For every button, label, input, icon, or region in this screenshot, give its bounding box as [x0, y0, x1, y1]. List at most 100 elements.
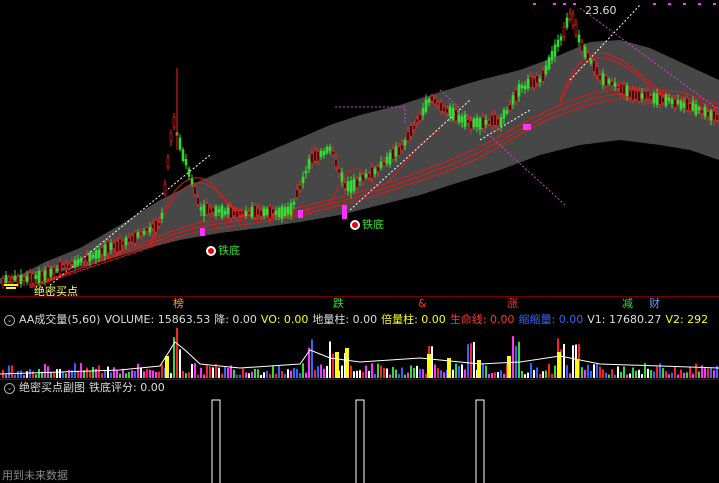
volume-bar	[524, 374, 526, 378]
volume-bar	[704, 368, 706, 378]
candle-body	[676, 100, 680, 104]
volume-bar	[431, 346, 433, 378]
volume-bar	[527, 372, 529, 378]
volume-bar	[650, 370, 652, 378]
volume-bar	[695, 363, 697, 378]
volume-bar	[233, 369, 235, 378]
volume-bar	[53, 372, 55, 378]
volume-chart[interactable]	[0, 328, 719, 378]
candle-body	[358, 177, 362, 182]
volume-bar	[554, 365, 556, 378]
volume-bar	[377, 363, 379, 378]
candle-body	[340, 172, 344, 182]
buy-point-subchart[interactable]	[0, 396, 719, 483]
candle-body	[400, 144, 404, 151]
volume-bar	[407, 372, 409, 378]
candle-body	[337, 168, 341, 174]
marker-tag-amp: &	[418, 297, 427, 310]
volume-bar	[380, 365, 382, 378]
volume-bar	[218, 367, 220, 378]
candle-body	[397, 146, 401, 156]
volume-bar	[356, 370, 358, 378]
candle-body	[235, 210, 239, 218]
candle-body	[241, 210, 245, 215]
candle-body	[424, 99, 428, 112]
candle-body	[316, 150, 320, 162]
candle-body	[16, 276, 20, 284]
candle-body	[277, 208, 281, 218]
candle-body	[508, 104, 512, 111]
candle-body	[19, 274, 23, 285]
volume-bar	[452, 369, 454, 378]
candle-body	[187, 168, 191, 177]
volume-bar	[683, 372, 685, 378]
candle-body	[661, 97, 665, 103]
main-price-chart[interactable]	[0, 0, 719, 296]
candle-body	[544, 65, 548, 75]
candle-body	[700, 109, 704, 114]
candle-body	[130, 235, 134, 243]
candle-body	[10, 277, 14, 283]
volume-bar	[143, 371, 145, 378]
candle-body	[343, 182, 347, 189]
volume-bar	[23, 374, 25, 378]
vo-value: VO: 0.00	[260, 313, 309, 326]
candle-body	[691, 101, 695, 111]
candle-body	[466, 119, 470, 124]
volume-bar	[656, 366, 658, 378]
volume-bar	[248, 373, 250, 378]
volume-bar	[536, 367, 538, 378]
candle-body	[133, 231, 137, 244]
volume-bar	[131, 370, 133, 378]
candle-body	[568, 13, 572, 20]
candle-body	[298, 185, 302, 190]
volume-bar	[371, 363, 373, 378]
volume-bar	[680, 369, 682, 378]
candle-body	[361, 174, 365, 182]
volume-bar	[590, 370, 592, 378]
candle-body	[712, 110, 716, 121]
candle-body	[487, 120, 491, 125]
candle-body	[160, 212, 164, 219]
volume-bar	[32, 371, 34, 378]
volume-bar	[80, 363, 82, 378]
candle-body	[91, 254, 95, 259]
candle-body	[406, 131, 410, 141]
candle-body	[283, 207, 287, 216]
volume-bar	[686, 372, 688, 378]
volume-bar	[149, 369, 151, 378]
candle-body	[463, 114, 467, 127]
candle-body	[658, 94, 662, 105]
volume-bar	[254, 368, 256, 378]
tiedi-label-2: 铁底	[350, 218, 384, 231]
candle-body	[682, 103, 686, 108]
collapse-icon[interactable]: ⌄	[4, 314, 15, 326]
candle-body	[517, 84, 521, 97]
candle-body	[526, 79, 530, 89]
candle-body	[430, 95, 434, 102]
volume-bar	[374, 374, 376, 378]
volume-bar	[599, 366, 601, 378]
volume-bar	[467, 344, 469, 378]
candle-body	[415, 118, 419, 123]
candle-body	[148, 227, 152, 233]
volume-bar	[44, 364, 46, 378]
candle-body	[505, 110, 509, 114]
volume-bar	[101, 373, 103, 378]
volume-bar	[392, 366, 394, 378]
volume-bar	[677, 374, 679, 378]
volume-bar	[395, 369, 397, 378]
candle-body	[31, 273, 35, 284]
candle-body	[538, 78, 542, 83]
candle-body	[412, 125, 416, 130]
candle-body	[442, 106, 446, 112]
collapse-icon[interactable]: ⌄	[4, 382, 15, 394]
candle-body	[223, 210, 227, 215]
candle-body	[265, 208, 269, 216]
volume-bar	[188, 372, 190, 378]
volume-bar	[257, 369, 259, 378]
volume-bar	[605, 372, 607, 378]
candle-body	[652, 92, 656, 104]
candle-body	[229, 206, 233, 219]
volume-bar	[314, 370, 316, 378]
